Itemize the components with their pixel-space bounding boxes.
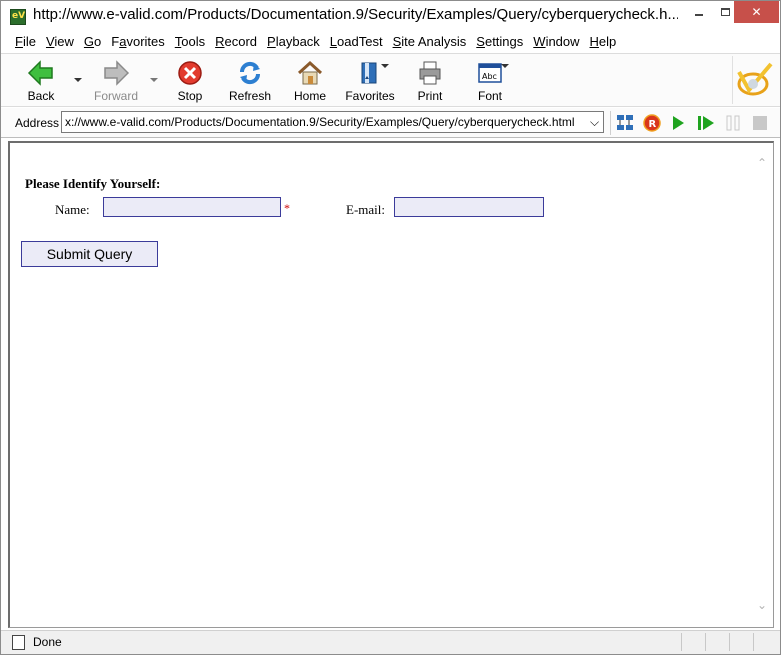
stop-icon bbox=[175, 59, 205, 87]
chevron-down-icon: ⌵ bbox=[589, 114, 600, 129]
status-divider bbox=[729, 633, 730, 651]
menu-accelerator: S bbox=[392, 34, 402, 49]
menu-file[interactable]: File bbox=[10, 31, 41, 52]
home-icon bbox=[295, 59, 325, 87]
back-label: Back bbox=[27, 89, 55, 103]
menu-accelerator: T bbox=[174, 34, 182, 49]
font-button[interactable]: Abc Font bbox=[461, 57, 519, 103]
minimize-icon bbox=[695, 14, 703, 16]
status-divider bbox=[681, 633, 682, 651]
forward-button[interactable]: Forward bbox=[87, 57, 145, 103]
forward-label: Forward bbox=[93, 89, 138, 103]
status-text: Done bbox=[33, 635, 62, 649]
menu-accelerator: a bbox=[119, 34, 127, 49]
email-label: E-mail: bbox=[346, 202, 385, 217]
stop-button[interactable]: Stop bbox=[161, 57, 219, 103]
font-dropdown-arrow[interactable] bbox=[501, 64, 509, 68]
address-bar: Address x://www.e-valid.com/Products/Doc… bbox=[1, 108, 780, 138]
back-button[interactable]: Back bbox=[12, 57, 70, 103]
evalid-logo bbox=[732, 56, 776, 104]
back-arrow-icon bbox=[26, 59, 56, 87]
refresh-label: Refresh bbox=[228, 89, 272, 103]
page-status-icon bbox=[12, 635, 25, 650]
font-label: Font bbox=[477, 89, 502, 103]
favorites-button[interactable]: Favorites bbox=[341, 57, 399, 103]
print-label: Print bbox=[417, 89, 443, 103]
favorites-dropdown-arrow[interactable] bbox=[381, 64, 389, 68]
svg-text:R: R bbox=[649, 119, 657, 130]
menu-loadtest[interactable]: LoadTest bbox=[325, 31, 388, 52]
menu-playback[interactable]: Playback bbox=[262, 31, 325, 52]
menu-help[interactable]: Help bbox=[585, 31, 622, 52]
menu-accelerator: S bbox=[476, 34, 485, 49]
menu-window[interactable]: Window bbox=[528, 31, 584, 52]
menu-record[interactable]: Record bbox=[210, 31, 262, 52]
toolbar: Back Forward Stop Refresh Home Favorites… bbox=[1, 53, 780, 107]
menu-accelerator: V bbox=[45, 34, 55, 49]
stop-label: Stop bbox=[177, 89, 203, 103]
pause-icon[interactable] bbox=[724, 114, 742, 132]
address-input[interactable]: x://www.e-valid.com/Products/Documentati… bbox=[61, 111, 604, 133]
close-icon: ✕ bbox=[751, 5, 762, 19]
site-map-icon[interactable] bbox=[616, 114, 634, 132]
home-button[interactable]: Home bbox=[281, 57, 339, 103]
status-divider bbox=[705, 633, 706, 651]
status-bar: Done bbox=[1, 630, 780, 654]
menu-accelerator: G bbox=[83, 34, 95, 49]
address-value: x://www.e-valid.com/Products/Documentati… bbox=[65, 115, 575, 129]
record-icon[interactable]: R bbox=[643, 114, 661, 132]
menu-settings[interactable]: Settings bbox=[471, 31, 528, 52]
menu-favorites[interactable]: Favorites bbox=[106, 31, 169, 52]
name-input[interactable] bbox=[103, 197, 281, 217]
scroll-down-arrow[interactable]: ⌄ bbox=[757, 598, 767, 612]
scroll-up-arrow[interactable]: ⌃ bbox=[757, 156, 767, 170]
close-button[interactable]: ✕ bbox=[734, 1, 779, 23]
menu-accelerator: P bbox=[267, 34, 276, 49]
menu-site-analysis[interactable]: Site Analysis bbox=[388, 31, 472, 52]
address-label: Address bbox=[15, 116, 60, 130]
refresh-icon bbox=[235, 59, 265, 87]
menu-accelerator: F bbox=[15, 34, 23, 49]
address-dropdown-button[interactable]: ⌵ bbox=[586, 112, 603, 132]
play-step-icon[interactable] bbox=[697, 114, 715, 132]
refresh-button[interactable]: Refresh bbox=[221, 57, 279, 103]
window-title: http://www.e-valid.com/Products/Document… bbox=[33, 6, 678, 23]
menu-go[interactable]: Go bbox=[79, 31, 106, 52]
status-divider bbox=[753, 633, 754, 651]
menu-accelerator: L bbox=[329, 34, 338, 49]
evalid-logo-icon bbox=[737, 62, 773, 96]
home-label: Home bbox=[293, 89, 326, 103]
print-icon bbox=[415, 59, 445, 87]
form-title: Please Identify Yourself: bbox=[25, 176, 161, 191]
required-marker: * bbox=[284, 201, 290, 215]
stop-square-icon[interactable] bbox=[751, 114, 769, 132]
favorites-label: Favorites bbox=[345, 89, 395, 103]
menu-accelerator: H bbox=[589, 34, 599, 49]
forward-arrow-icon bbox=[101, 59, 131, 87]
print-button[interactable]: Print bbox=[401, 57, 459, 103]
submit-query-button[interactable]: Submit Query bbox=[21, 241, 158, 267]
menu-accelerator: W bbox=[533, 34, 546, 49]
name-label: Name: bbox=[55, 202, 90, 217]
menu-tools[interactable]: Tools bbox=[170, 31, 210, 52]
menu-bar: File View Go Favorites Tools Record Play… bbox=[1, 31, 780, 52]
menu-accelerator: R bbox=[215, 34, 225, 49]
forward-dropdown-arrow[interactable] bbox=[150, 78, 158, 82]
back-dropdown-arrow[interactable] bbox=[74, 78, 82, 82]
menu-view[interactable]: View bbox=[41, 31, 79, 52]
browser-window: http://www.e-valid.com/Products/Document… bbox=[0, 0, 781, 655]
title-bar: http://www.e-valid.com/Products/Document… bbox=[1, 1, 780, 31]
maximize-icon bbox=[720, 8, 730, 16]
svg-text:Abc: Abc bbox=[482, 72, 497, 81]
address-separator bbox=[610, 111, 611, 135]
email-input[interactable] bbox=[394, 197, 544, 217]
app-icon[interactable] bbox=[10, 9, 26, 25]
play-icon[interactable] bbox=[669, 114, 687, 132]
